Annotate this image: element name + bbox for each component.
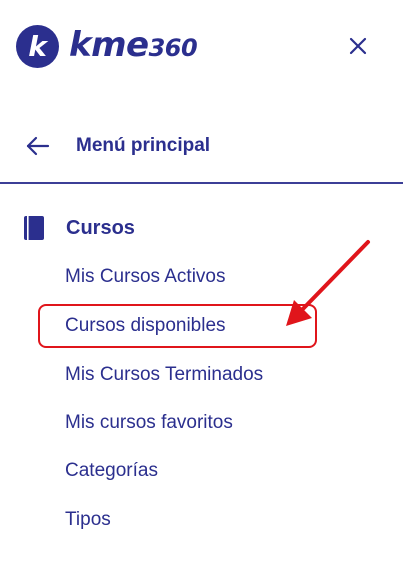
brand-name-text: kme (69, 24, 149, 65)
back-to-main-menu[interactable]: Menú principal (0, 122, 403, 172)
menu-item-mis-cursos-favoritos[interactable]: Mis cursos favoritos (65, 412, 233, 434)
close-icon (349, 37, 367, 55)
menu-item-mis-cursos-terminados[interactable]: Mis Cursos Terminados (65, 364, 263, 386)
brand-logo[interactable]: k kme360 (16, 23, 198, 70)
arrow-left-icon (26, 136, 50, 156)
brand-name: kme360 (69, 23, 198, 70)
section-title: Cursos (66, 217, 135, 239)
back-label: Menú principal (76, 135, 211, 156)
logo-mark-icon: k (16, 24, 59, 68)
close-button[interactable] (345, 33, 371, 59)
divider (0, 182, 403, 184)
menu-item-categorias[interactable]: Categorías (65, 460, 158, 482)
menu-item-tipos[interactable]: Tipos (65, 509, 111, 531)
header: k kme360 (0, 0, 403, 95)
menu-item-mis-cursos-activos[interactable]: Mis Cursos Activos (65, 266, 225, 288)
annotation-arrow-icon (286, 240, 370, 326)
brand-name-number: 360 (148, 33, 198, 62)
annotation-highlight-box (38, 304, 317, 348)
logo-mark-letter: k (28, 30, 49, 63)
book-icon (24, 216, 44, 240)
